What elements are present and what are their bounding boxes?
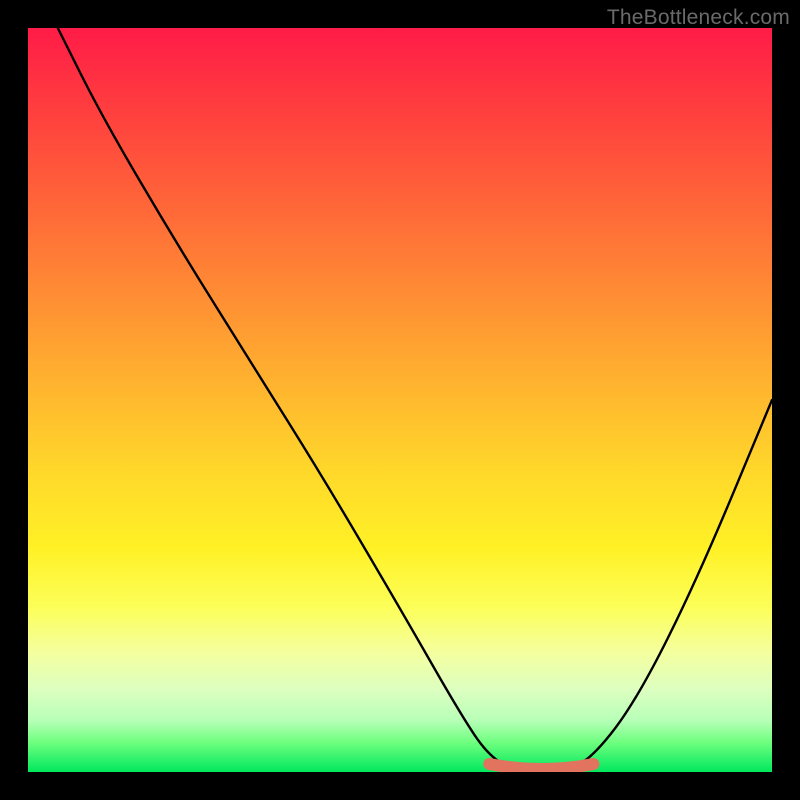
watermark-text: TheBottleneck.com <box>607 6 790 30</box>
optimal-range-marker <box>489 764 593 769</box>
bottleneck-curve <box>58 28 772 772</box>
plot-area <box>28 28 772 772</box>
curve-layer <box>28 28 772 772</box>
chart-frame: TheBottleneck.com <box>0 0 800 800</box>
